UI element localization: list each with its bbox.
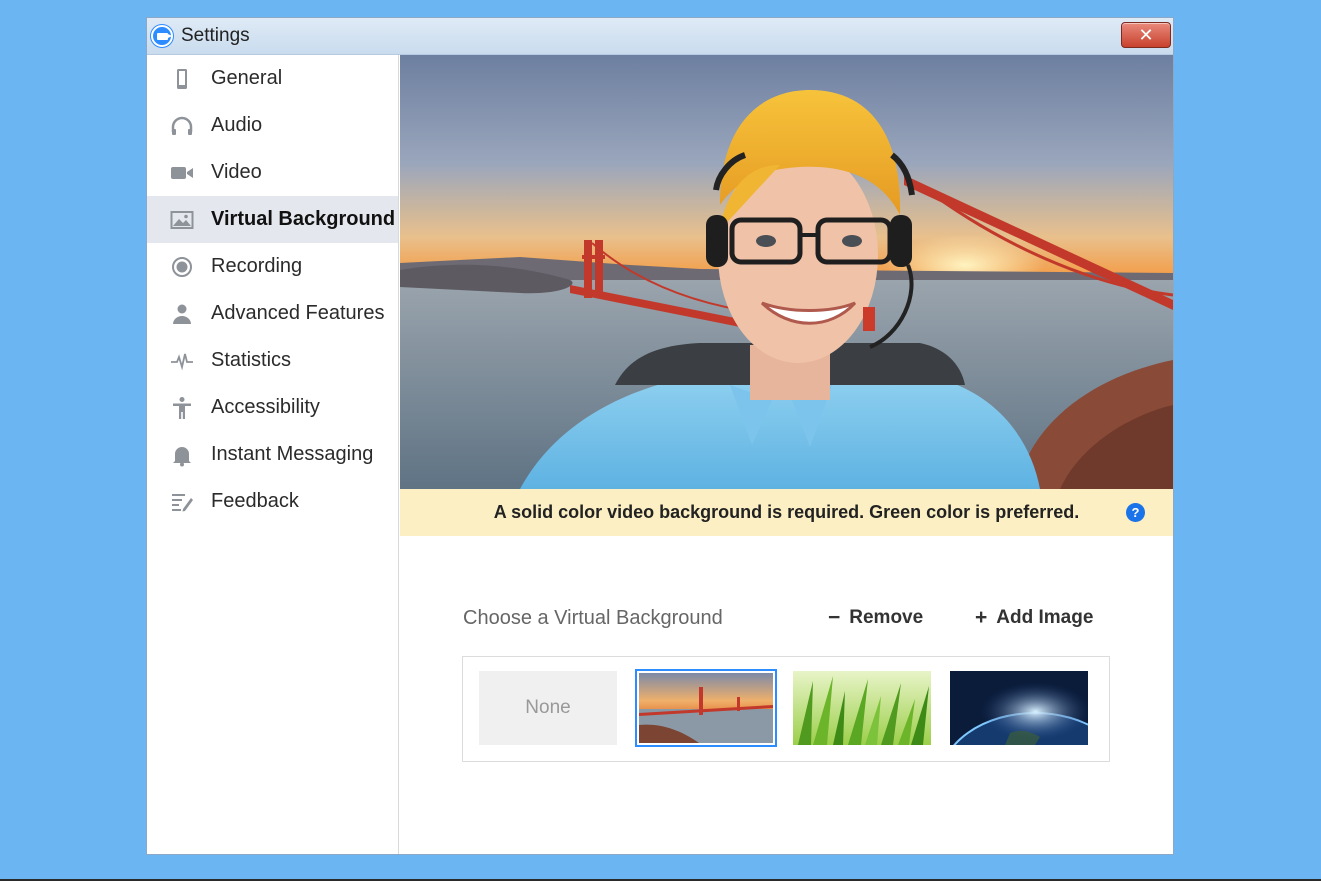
sidebar-item-recording[interactable]: Recording xyxy=(147,243,398,290)
sidebar-item-label: General xyxy=(211,67,283,89)
settings-window: Settings ✕ General Audio Video Virtual B… xyxy=(147,18,1173,854)
add-image-button[interactable]: + Add Image xyxy=(975,606,1093,630)
image-icon xyxy=(169,207,195,233)
sidebar-item-label: Video xyxy=(211,161,262,183)
sidebar-item-label: Audio xyxy=(211,114,263,136)
sidebar-item-label: Feedback xyxy=(211,490,299,512)
background-thumbnails: None xyxy=(462,656,1110,762)
bell-icon xyxy=(169,442,195,468)
close-button[interactable]: ✕ xyxy=(1121,22,1171,48)
window-title: Settings xyxy=(181,25,250,46)
sidebar-item-advanced-features[interactable]: Advanced Features xyxy=(147,290,398,337)
choose-background-row: Choose a Virtual Background − Remove + A… xyxy=(463,603,1113,633)
plus-icon: + xyxy=(975,606,988,629)
sidebar-item-label: Statistics xyxy=(211,349,292,371)
remove-label: Remove xyxy=(849,607,924,628)
phone-icon xyxy=(169,66,195,92)
zoom-app-icon xyxy=(151,25,173,47)
sidebar-item-accessibility[interactable]: Accessibility xyxy=(147,384,398,431)
virtual-background-panel: A solid color video background is requir… xyxy=(400,55,1173,854)
sidebar-item-label: Virtual Background xyxy=(211,208,396,230)
thumbnail-earth[interactable] xyxy=(950,671,1088,745)
sidebar-item-label: Recording xyxy=(211,255,303,277)
add-image-label: Add Image xyxy=(996,607,1094,628)
help-icon[interactable]: ? xyxy=(1126,503,1145,522)
thumbnail-grass[interactable] xyxy=(793,671,931,745)
sidebar-item-label: Instant Messaging xyxy=(211,443,374,465)
notice-text: A solid color video background is requir… xyxy=(493,502,1080,522)
sidebar-item-audio[interactable]: Audio xyxy=(147,102,398,149)
thumbnail-none[interactable]: None xyxy=(479,671,617,745)
notice-banner: A solid color video background is requir… xyxy=(400,489,1173,536)
video-preview xyxy=(400,55,1173,489)
accessibility-icon xyxy=(169,395,195,421)
sidebar-item-label: Accessibility xyxy=(211,396,320,418)
sidebar-item-general[interactable]: General xyxy=(147,55,398,102)
choose-background-label: Choose a Virtual Background xyxy=(463,606,723,629)
sidebar-item-video[interactable]: Video xyxy=(147,149,398,196)
settings-sidebar: General Audio Video Virtual Background R… xyxy=(147,55,399,854)
sidebar-item-virtual-background[interactable]: Virtual Background xyxy=(147,196,398,243)
sidebar-item-feedback[interactable]: Feedback xyxy=(147,478,398,525)
pulse-icon xyxy=(169,348,195,374)
title-bar: Settings ✕ xyxy=(147,18,1173,55)
sidebar-item-instant-messaging[interactable]: Instant Messaging xyxy=(147,431,398,478)
person-icon xyxy=(169,301,195,327)
minus-icon: − xyxy=(828,606,841,629)
video-camera-icon xyxy=(169,160,195,186)
record-icon xyxy=(169,254,195,280)
thumbnail-golden-gate[interactable] xyxy=(635,669,777,747)
headphones-icon xyxy=(169,113,195,139)
remove-button[interactable]: − Remove xyxy=(828,606,923,630)
sidebar-item-label: Advanced Features xyxy=(211,302,385,324)
feedback-icon xyxy=(169,489,195,515)
sidebar-item-statistics[interactable]: Statistics xyxy=(147,337,398,384)
